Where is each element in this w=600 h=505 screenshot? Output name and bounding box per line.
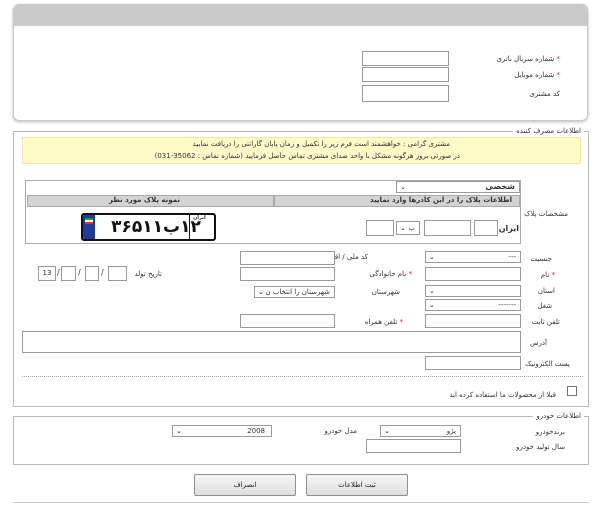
year-input[interactable] [366, 439, 461, 453]
city-select[interactable]: شهرستان را انتخاب ن ⌄ [254, 286, 335, 298]
battery-serial-label: * شماره سریال باتری [496, 55, 560, 63]
address-label: آدرس [530, 339, 547, 347]
vehicle-fieldset [13, 416, 589, 465]
sample-plate-text: ۱۲ب۳۶۵۱۱ [111, 217, 201, 237]
brand-select[interactable]: پژو ⌄ [380, 425, 461, 437]
phone-label: تلفن ثابت [531, 318, 560, 326]
plate-sample-header-text: نمونه پلاک مورد نظر [108, 196, 180, 204]
family-label: * نام خانوادگی [369, 270, 412, 278]
name-input[interactable] [425, 267, 521, 281]
birth-separator: / [101, 268, 104, 277]
email-label: پست الکترونیک [525, 360, 570, 368]
brand-label: برندخودرو [535, 428, 565, 436]
plate-entry-header-text: اطلاعات پلاک را در این کادرها وارد نمایی… [370, 196, 512, 204]
panel-header-bar [14, 5, 587, 26]
plate-iran-label: ایران [498, 224, 519, 233]
model-label: مدل خودرو [324, 427, 357, 435]
bottom-divider [13, 502, 589, 503]
job-select[interactable]: ------- ⌄ [425, 299, 521, 311]
chevron-down-icon: ⌄ [429, 301, 435, 309]
plate-number-3-input[interactable] [424, 220, 471, 236]
customer-code-label: کد مشتری [529, 90, 560, 98]
name-label: * نام [540, 271, 555, 279]
birth-year-input[interactable] [61, 266, 76, 281]
birth-label: تاریخ تولد [134, 270, 162, 278]
gender-label: جنسیت [530, 255, 552, 263]
submit-button[interactable]: ثبت اطلاعات [306, 474, 408, 496]
birth-month-input[interactable] [85, 266, 99, 281]
birth-separator: / [57, 268, 60, 277]
gender-select[interactable]: --- ⌄ [425, 251, 521, 263]
plate-flag-strip [83, 215, 95, 239]
year-label: سال تولید خودرو [516, 443, 565, 451]
province-select[interactable]: ⌄ [425, 285, 521, 297]
chevron-down-icon: ⌄ [400, 224, 406, 232]
plate-region-input[interactable] [474, 220, 498, 236]
consumer-legend: اطلاعات مصرف کننده [513, 127, 584, 135]
mobile-label: * شماره موبایل [514, 71, 560, 79]
chevron-down-icon: ⌄ [400, 183, 406, 191]
chevron-down-icon: ⌄ [384, 427, 390, 435]
birth-separator: / [78, 268, 81, 277]
email-input[interactable] [425, 356, 521, 370]
notice-line-1: مشتری گرامی : خواهشمند است فرم زیر را تک… [192, 140, 450, 148]
birth-century-input[interactable]: 13 [38, 266, 56, 281]
plate-letter-select[interactable]: ب ⌄ [396, 221, 420, 235]
chevron-down-icon: ⌄ [258, 288, 264, 296]
province-label: استان [537, 287, 555, 295]
customer-code-input[interactable] [362, 85, 449, 102]
battery-serial-input[interactable] [362, 51, 449, 66]
mobile-input[interactable] [362, 67, 449, 82]
phone-input[interactable] [425, 314, 521, 328]
model-select[interactable]: 2008 ⌄ [172, 425, 272, 437]
address-textarea[interactable] [22, 331, 521, 353]
birth-day-input[interactable] [108, 266, 127, 281]
plate-type-select[interactable]: شخصی ⌄ [396, 181, 520, 193]
used-before-label: قبلا از محصولات ما استفاده کرده اید [449, 391, 556, 399]
chevron-down-icon: ⌄ [176, 427, 182, 435]
job-label: شغل [537, 302, 552, 310]
chevron-down-icon: ⌄ [429, 253, 435, 261]
notice-line-2: در صورتی بروز هرگونه مشکل با واحد صدای م… [154, 152, 460, 160]
plate-number-2-input[interactable] [366, 220, 394, 236]
chevron-down-icon: ⌄ [429, 287, 435, 295]
dotted-divider [22, 376, 583, 377]
city-label: شهرستان [371, 288, 400, 296]
cancel-button[interactable]: انصراف [194, 474, 296, 496]
plate-label: مشخصات پلاک [524, 210, 568, 218]
mobile-phone-input[interactable] [240, 314, 335, 328]
mobile-phone-label: * تلفن همراه [364, 318, 403, 326]
vehicle-legend: اطلاعات خودرو [533, 412, 584, 420]
family-input[interactable] [240, 267, 335, 281]
sample-plate-image: ایران ۱۲ب۳۶۵۱۱ [81, 213, 216, 241]
national-code-input[interactable] [240, 251, 335, 265]
used-before-checkbox[interactable] [567, 386, 577, 396]
